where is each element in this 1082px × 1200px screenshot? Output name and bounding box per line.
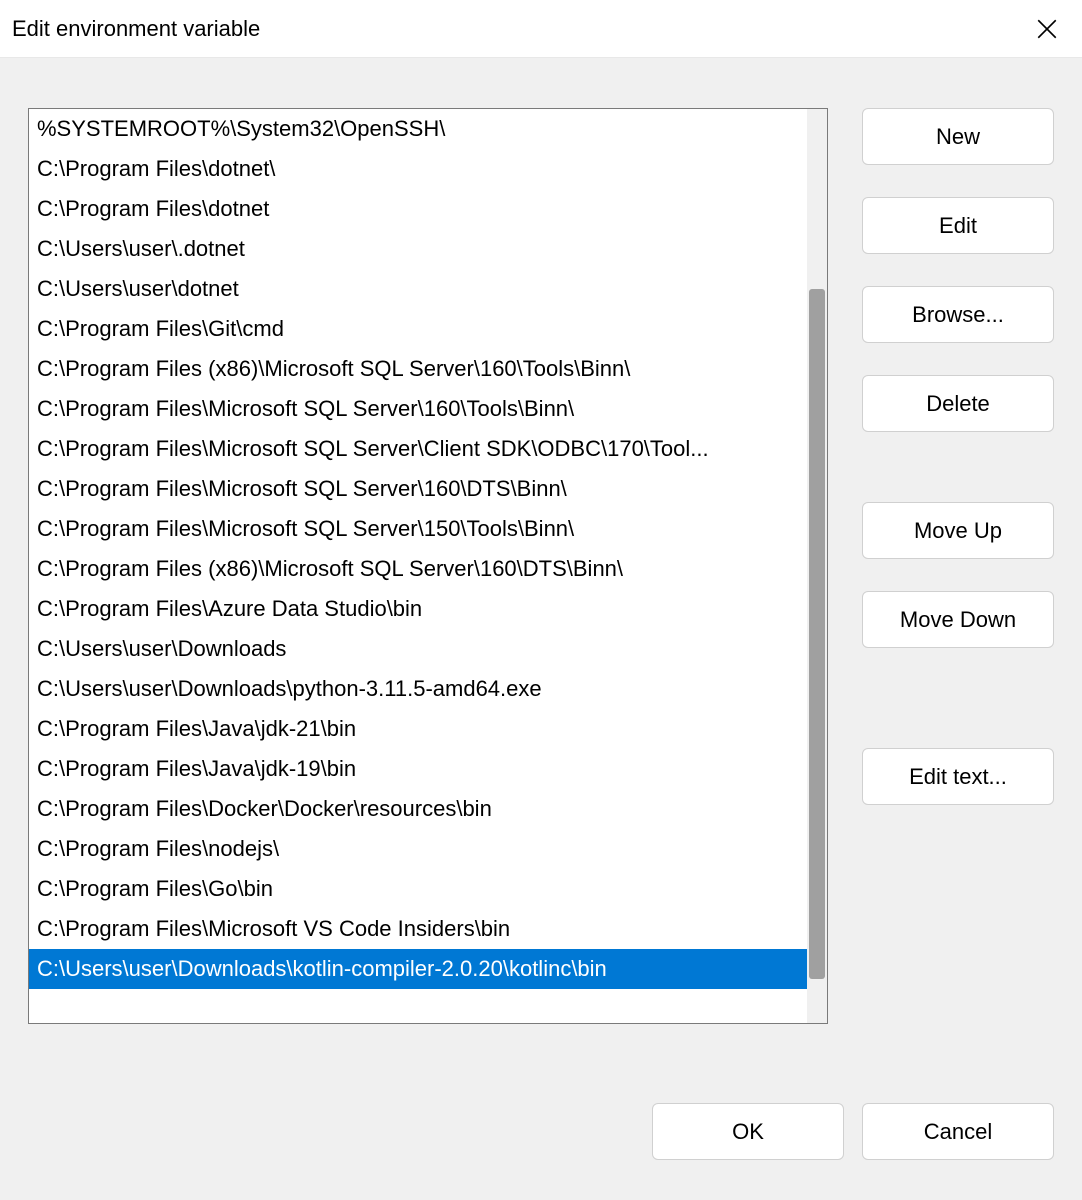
list-item[interactable]: C:\Users\user\.dotnet [29, 229, 807, 269]
move-down-button[interactable]: Move Down [862, 591, 1054, 648]
list-item[interactable]: C:\Users\user\Downloads [29, 629, 807, 669]
list-item[interactable]: C:\Users\user\dotnet [29, 269, 807, 309]
list-item[interactable]: C:\Program Files\Microsoft VS Code Insid… [29, 909, 807, 949]
list-item[interactable]: C:\Program Files\dotnet [29, 189, 807, 229]
titlebar: Edit environment variable [0, 0, 1082, 58]
list-item[interactable]: C:\Program Files\nodejs\ [29, 829, 807, 869]
edit-button[interactable]: Edit [862, 197, 1054, 254]
scrollbar-thumb[interactable] [809, 289, 825, 979]
new-button[interactable]: New [862, 108, 1054, 165]
list-item[interactable]: C:\Users\user\Downloads\python-3.11.5-am… [29, 669, 807, 709]
list-item[interactable]: C:\Program Files\Microsoft SQL Server\Cl… [29, 429, 807, 469]
list-item[interactable]: C:\Program Files\Azure Data Studio\bin [29, 589, 807, 629]
dialog-title: Edit environment variable [12, 16, 260, 42]
list-item[interactable]: C:\Program Files\Docker\Docker\resources… [29, 789, 807, 829]
list-item[interactable]: C:\Program Files\dotnet\ [29, 149, 807, 189]
footer: OK Cancel [0, 1103, 1082, 1200]
edit-env-variable-dialog: Edit environment variable %SYSTEMROOT%\S… [0, 0, 1082, 1200]
ok-button[interactable]: OK [652, 1103, 844, 1160]
browse-button[interactable]: Browse... [862, 286, 1054, 343]
list-item[interactable]: C:\Program Files\Microsoft SQL Server\16… [29, 469, 807, 509]
edit-text-button[interactable]: Edit text... [862, 748, 1054, 805]
content-area: %SYSTEMROOT%\System32\OpenSSH\C:\Program… [0, 58, 1082, 1103]
list-item[interactable]: C:\Program Files\Microsoft SQL Server\16… [29, 389, 807, 429]
scrollbar[interactable] [807, 109, 827, 1023]
list-item[interactable]: C:\Program Files (x86)\Microsoft SQL Ser… [29, 549, 807, 589]
sidebar-buttons: New Edit Browse... Delete Move Up Move D… [862, 108, 1054, 1073]
list-item[interactable]: C:\Users\user\Downloads\kotlin-compiler-… [29, 949, 807, 989]
list-item[interactable]: C:\Program Files\Java\jdk-21\bin [29, 709, 807, 749]
list-item[interactable]: C:\Program Files\Java\jdk-19\bin [29, 749, 807, 789]
list-item[interactable]: C:\Program Files\Microsoft SQL Server\15… [29, 509, 807, 549]
close-button[interactable] [1024, 6, 1070, 52]
list-item[interactable]: %SYSTEMROOT%\System32\OpenSSH\ [29, 109, 807, 149]
move-up-button[interactable]: Move Up [862, 502, 1054, 559]
delete-button[interactable]: Delete [862, 375, 1054, 432]
list-item[interactable]: C:\Program Files\Go\bin [29, 869, 807, 909]
list-item[interactable]: C:\Program Files\Git\cmd [29, 309, 807, 349]
path-listbox-container: %SYSTEMROOT%\System32\OpenSSH\C:\Program… [28, 108, 828, 1024]
list-item[interactable]: C:\Program Files (x86)\Microsoft SQL Ser… [29, 349, 807, 389]
path-listbox[interactable]: %SYSTEMROOT%\System32\OpenSSH\C:\Program… [29, 109, 807, 1023]
cancel-button[interactable]: Cancel [862, 1103, 1054, 1160]
close-icon [1037, 19, 1057, 39]
